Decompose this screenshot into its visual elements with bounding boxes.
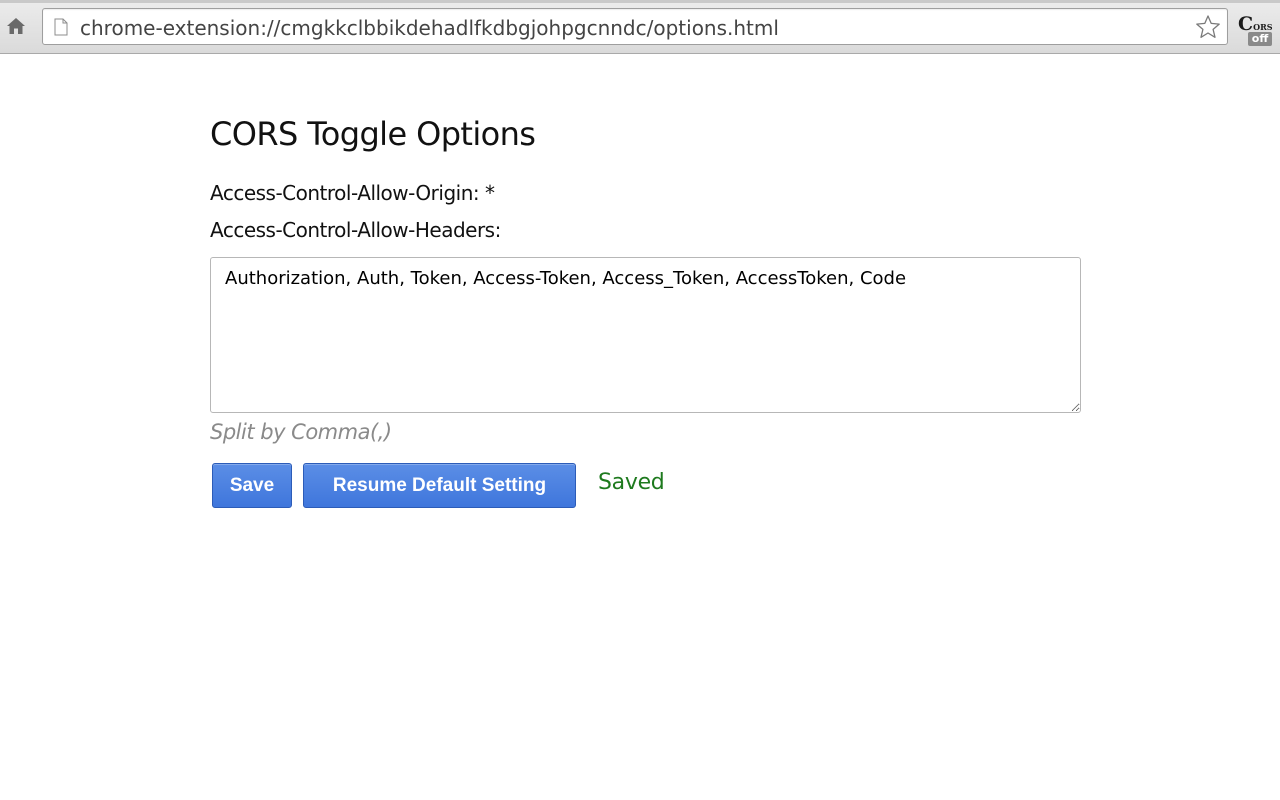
page-icon	[54, 18, 68, 36]
options-page: CORS Toggle Options Access-Control-Allow…	[210, 115, 1090, 508]
star-icon[interactable]	[1195, 14, 1221, 40]
extension-off-badge: off	[1248, 32, 1272, 46]
allow-headers-textarea[interactable]: Authorization, Auth, Token, Access-Token…	[210, 257, 1081, 413]
address-bar[interactable]: chrome-extension://cmgkkclbbikdehadlfkdb…	[42, 8, 1228, 45]
cors-logo-small: ORS	[1253, 22, 1273, 32]
split-hint: Split by Comma(,)	[210, 420, 392, 444]
home-button[interactable]	[4, 14, 28, 38]
page-title: CORS Toggle Options	[210, 115, 536, 153]
allow-headers-label: Access-Control-Allow-Headers:	[210, 218, 501, 242]
browser-toolbar: chrome-extension://cmgkkclbbikdehadlfkdb…	[0, 0, 1280, 54]
url-text[interactable]: chrome-extension://cmgkkclbbikdehadlfkdb…	[80, 16, 779, 40]
tab-strip-edge	[0, 0, 1280, 3]
resume-default-button[interactable]: Resume Default Setting	[303, 463, 576, 508]
allow-origin-line: Access-Control-Allow-Origin: *	[210, 181, 495, 205]
save-status: Saved	[598, 470, 665, 495]
cors-extension-button[interactable]: CORS off	[1238, 13, 1274, 47]
save-button[interactable]: Save	[212, 463, 292, 508]
home-icon	[7, 18, 25, 34]
